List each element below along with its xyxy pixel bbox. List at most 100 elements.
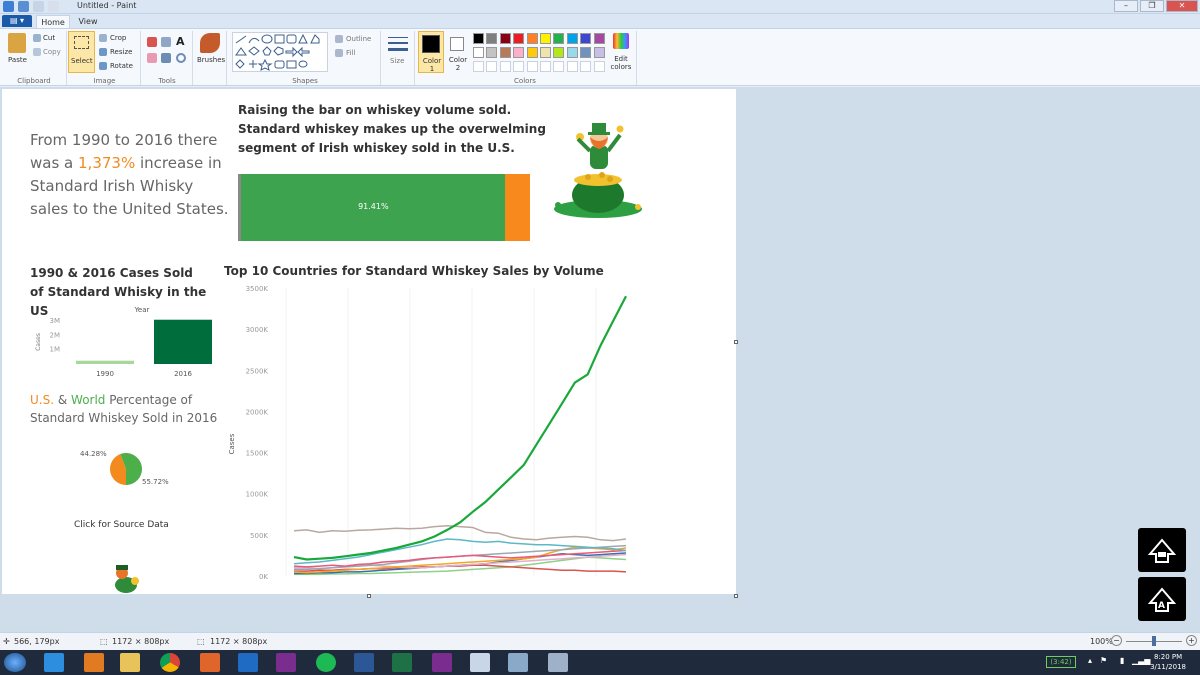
snipping-icon[interactable] xyxy=(508,653,528,672)
zoom-slider-thumb[interactable] xyxy=(1152,636,1156,646)
paint-canvas[interactable]: From 1990 to 2016 there was a 1,373% inc… xyxy=(2,89,736,594)
battery-indicator[interactable]: (3:42) xyxy=(1046,656,1076,668)
paste-button[interactable]: Paste xyxy=(8,56,27,64)
custom-color-slot[interactable] xyxy=(473,61,484,72)
crop-button[interactable]: Crop xyxy=(110,34,126,42)
palette-swatch[interactable] xyxy=(593,33,605,44)
custom-color-slot[interactable] xyxy=(566,61,578,72)
spotify-icon[interactable] xyxy=(316,653,336,672)
color-picker-icon[interactable] xyxy=(161,53,171,63)
brushes-button[interactable]: Brushes xyxy=(197,56,225,64)
upload-button[interactable] xyxy=(1138,528,1186,572)
onenote-icon[interactable] xyxy=(276,653,296,672)
custom-color-slot[interactable] xyxy=(540,61,551,72)
palette-swatch[interactable] xyxy=(566,47,578,58)
cut-button[interactable]: Cut xyxy=(43,34,55,42)
app-icon-orange[interactable] xyxy=(200,653,220,672)
custom-color-slot[interactable] xyxy=(486,61,498,72)
select-button[interactable]: Select xyxy=(68,31,95,73)
media-player-icon[interactable] xyxy=(84,653,104,672)
tab-home[interactable]: Home xyxy=(36,15,70,28)
edit-colors-icon[interactable] xyxy=(613,33,629,49)
palette-swatch[interactable] xyxy=(473,33,484,44)
resize-handle-right[interactable] xyxy=(734,340,738,344)
fill-icon[interactable] xyxy=(161,37,171,47)
copy-button[interactable]: Copy xyxy=(43,48,61,56)
file-explorer-icon[interactable] xyxy=(120,653,140,672)
palette-swatch[interactable] xyxy=(513,33,525,44)
start-button[interactable] xyxy=(4,653,26,672)
eraser-icon[interactable] xyxy=(147,53,157,63)
rotate-icon[interactable] xyxy=(99,62,107,70)
file-menu-button[interactable]: ▤ ▾ xyxy=(2,15,32,27)
undo-icon[interactable] xyxy=(33,1,44,12)
brush-icon[interactable] xyxy=(200,33,220,53)
onenote-2-icon[interactable] xyxy=(432,653,452,672)
palette-swatch[interactable] xyxy=(526,47,538,58)
text-icon[interactable]: A xyxy=(176,35,185,48)
color2-button[interactable]: Color 2 xyxy=(446,31,470,73)
outline-dropdown[interactable]: Outline xyxy=(346,35,371,43)
custom-color-slot[interactable] xyxy=(553,61,565,72)
flag-icon[interactable]: ⚑ xyxy=(1100,656,1107,665)
redo-icon[interactable] xyxy=(48,1,59,12)
close-button[interactable]: ✕ xyxy=(1166,0,1198,12)
palette-swatch[interactable] xyxy=(499,33,511,44)
palette-swatch[interactable] xyxy=(566,33,578,44)
palette-swatch[interactable] xyxy=(580,47,592,58)
copy-icon[interactable] xyxy=(33,48,41,56)
edit-colors-button[interactable]: Edit colors xyxy=(609,55,633,71)
resize-button[interactable]: Resize xyxy=(110,48,132,56)
chrome-icon[interactable] xyxy=(160,653,180,672)
resize-icon[interactable] xyxy=(99,48,107,56)
shapes-gallery[interactable] xyxy=(232,32,328,72)
palette-swatch[interactable] xyxy=(473,47,484,58)
ie-icon[interactable] xyxy=(44,653,64,672)
calculator-icon[interactable] xyxy=(548,653,568,672)
paste-icon[interactable] xyxy=(8,33,26,53)
excel-icon[interactable] xyxy=(392,653,412,672)
save-icon[interactable] xyxy=(18,1,29,12)
minimize-button[interactable]: – xyxy=(1114,0,1138,12)
palette-swatch[interactable] xyxy=(553,47,565,58)
maximize-button[interactable]: ❐ xyxy=(1140,0,1164,12)
palette-swatch[interactable] xyxy=(486,33,498,44)
custom-color-slot[interactable] xyxy=(593,61,605,72)
source-data-link[interactable]: Click for Source Data xyxy=(74,520,169,530)
custom-color-slot[interactable] xyxy=(513,61,525,72)
palette-swatch[interactable] xyxy=(499,47,511,58)
crop-icon[interactable] xyxy=(99,34,107,42)
resize-handle-corner[interactable] xyxy=(734,594,738,598)
palette-swatch[interactable] xyxy=(540,47,551,58)
palette-swatch[interactable] xyxy=(580,33,592,44)
color1-button[interactable]: Color 1 xyxy=(418,31,444,73)
tab-view[interactable]: View xyxy=(73,15,103,28)
upload-text-button[interactable]: A xyxy=(1138,577,1186,621)
network-icon[interactable]: ▁▃▅ xyxy=(1132,656,1150,665)
palette-swatch[interactable] xyxy=(526,33,538,44)
word-icon[interactable] xyxy=(354,653,374,672)
volume-icon[interactable]: ▮ xyxy=(1120,656,1124,665)
zoom-in-button[interactable]: + xyxy=(1186,635,1197,646)
custom-color-slot[interactable] xyxy=(526,61,538,72)
palette-swatch[interactable] xyxy=(593,47,605,58)
custom-color-slot[interactable] xyxy=(580,61,592,72)
paint-app-icon[interactable] xyxy=(3,1,14,12)
system-clock[interactable]: 8:20 PM 3/11/2018 xyxy=(1150,652,1186,672)
show-hidden-icons[interactable]: ▴ xyxy=(1088,656,1092,665)
rotate-button[interactable]: Rotate xyxy=(110,62,133,70)
size-button[interactable]: Size xyxy=(386,33,410,73)
resize-handle-bottom[interactable] xyxy=(367,594,371,598)
magnifier-icon[interactable] xyxy=(176,53,186,63)
outlook-icon[interactable] xyxy=(238,653,258,672)
outline-icon[interactable] xyxy=(335,35,343,43)
fill-shape-icon[interactable] xyxy=(335,49,343,57)
fill-dropdown[interactable]: Fill xyxy=(346,49,355,57)
zoom-out-button[interactable]: − xyxy=(1111,635,1122,646)
custom-color-slot[interactable] xyxy=(499,61,511,72)
palette-swatch[interactable] xyxy=(513,47,525,58)
paint-icon[interactable] xyxy=(470,653,490,672)
palette-swatch[interactable] xyxy=(540,33,551,44)
palette-swatch[interactable] xyxy=(486,47,498,58)
palette-swatch[interactable] xyxy=(553,33,565,44)
